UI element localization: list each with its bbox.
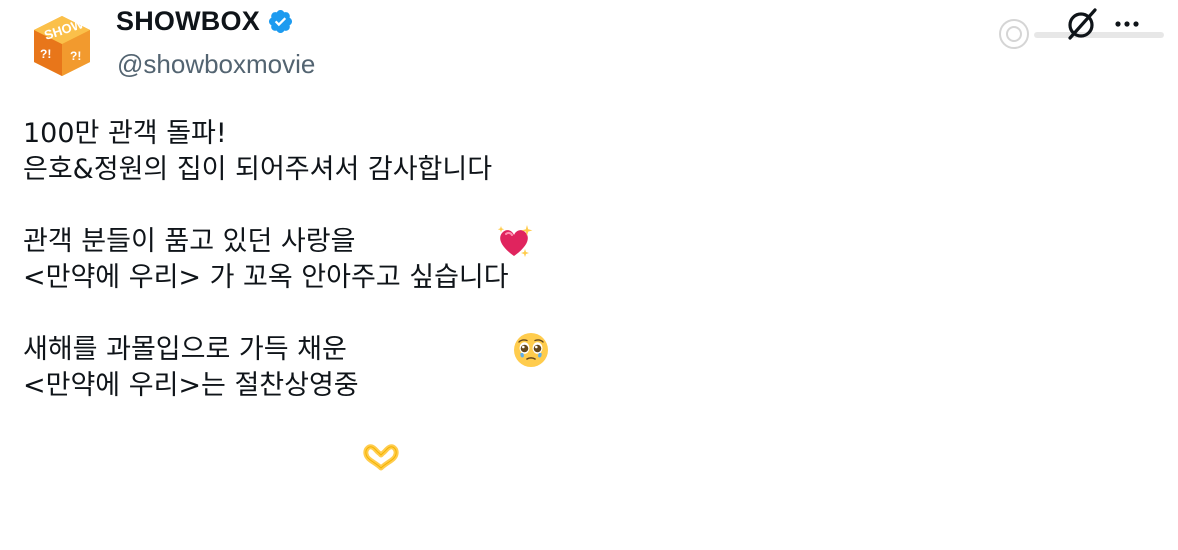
post-line-text: 새해를 과몰입으로 가득 채운 — [23, 334, 347, 365]
post-line-text: 관객 분들이 품고 있던 사랑을 — [23, 226, 356, 257]
post-line: <만약에 우리> 가 꼬옥 안아주고 싶습니다 — [23, 258, 1143, 367]
post-line-text: <만약에 우리> 가 꼬옥 안아주고 싶습니다 — [23, 262, 509, 293]
post-line-text: 은호&정원의 집이 되어주셔서 감사합니다 — [23, 154, 493, 185]
pleading-face-emoji — [511, 258, 551, 367]
sparkling-heart-emoji — [494, 150, 534, 257]
verified-badge-icon[interactable] — [267, 8, 294, 35]
heart-hands-emoji — [361, 366, 401, 471]
post-text: 100만 관객 돌파! 은호&정원의 집이 되어주셔서 감사합니다 관객 분들이… — [23, 116, 1143, 471]
svg-text:?!: ?! — [70, 49, 81, 63]
author-name-row: SHOWBOX — [116, 6, 294, 37]
post-line-text: 100만 관객 돌파! — [23, 118, 227, 149]
post-line: 은호&정원의 집이 되어주셔서 감사합니다 — [23, 150, 1143, 257]
svg-text:?!: ?! — [40, 47, 51, 61]
post-card: SHOWBOX ?! ?! SHOWBOX @showboxmovie 100만… — [0, 0, 1178, 519]
avatar-logo-icon: SHOWBOX ?! ?! — [34, 8, 100, 76]
post-line-text: <만약에 우리>는 절찬상영중 — [23, 370, 359, 401]
post-line: 새해를 과몰입으로 가득 채운 — [23, 332, 1143, 368]
grok-icon[interactable] — [1064, 6, 1100, 42]
post-line: <만약에 우리>는 절찬상영중 — [23, 366, 1143, 471]
author-handle[interactable]: @showboxmovie — [117, 49, 315, 80]
avatar[interactable]: SHOWBOX ?! ?! — [24, 8, 100, 84]
display-name[interactable]: SHOWBOX — [116, 6, 260, 37]
post-line: 관객 분들이 품고 있던 사랑을 — [23, 224, 1143, 260]
post-line-empty — [23, 188, 1143, 224]
post-line-empty — [23, 296, 1143, 332]
more-options-icon[interactable] — [1114, 14, 1140, 34]
post-line: 100만 관객 돌파! — [23, 116, 1143, 152]
